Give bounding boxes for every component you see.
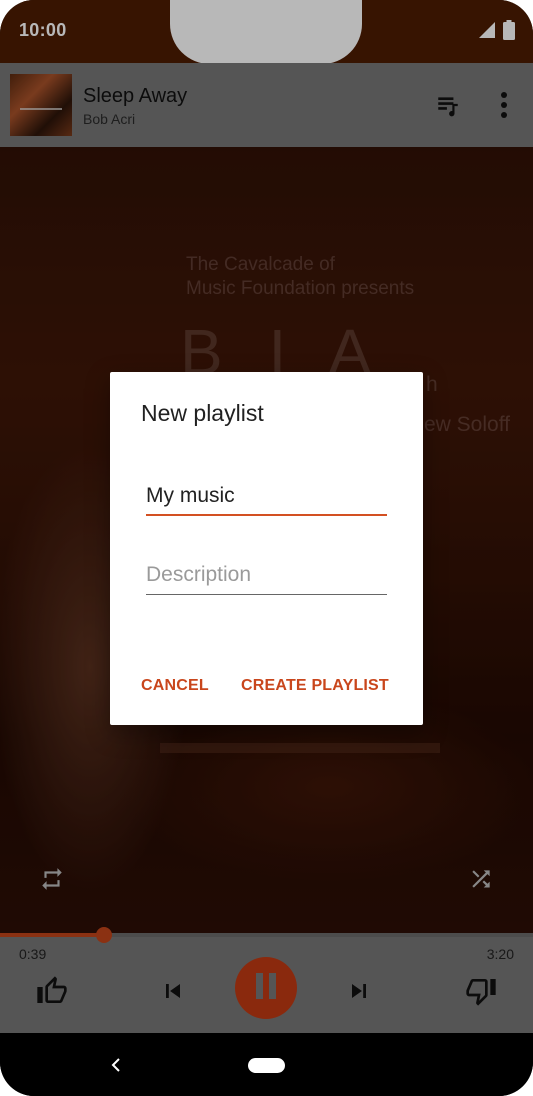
back-icon[interactable] (104, 1051, 128, 1079)
playlist-name-input[interactable] (146, 481, 387, 511)
playlist-name-field (146, 481, 387, 516)
home-button[interactable] (248, 1058, 285, 1073)
dialog-title: New playlist (141, 400, 264, 426)
playlist-name-underline (146, 514, 387, 516)
create-playlist-button[interactable]: CREATE PLAYLIST (241, 677, 389, 695)
phone-screen: 10:00 Sleep Away Bob Acri The Cavalcade … (0, 0, 533, 1096)
new-playlist-dialog: New playlist CANCEL CREATE PLAYLIST (110, 372, 423, 725)
playlist-description-input[interactable] (146, 560, 387, 590)
system-navigation-bar (0, 1033, 533, 1096)
cancel-button[interactable]: CANCEL (141, 677, 209, 695)
playlist-description-underline (146, 594, 387, 595)
playlist-description-field (146, 560, 387, 595)
